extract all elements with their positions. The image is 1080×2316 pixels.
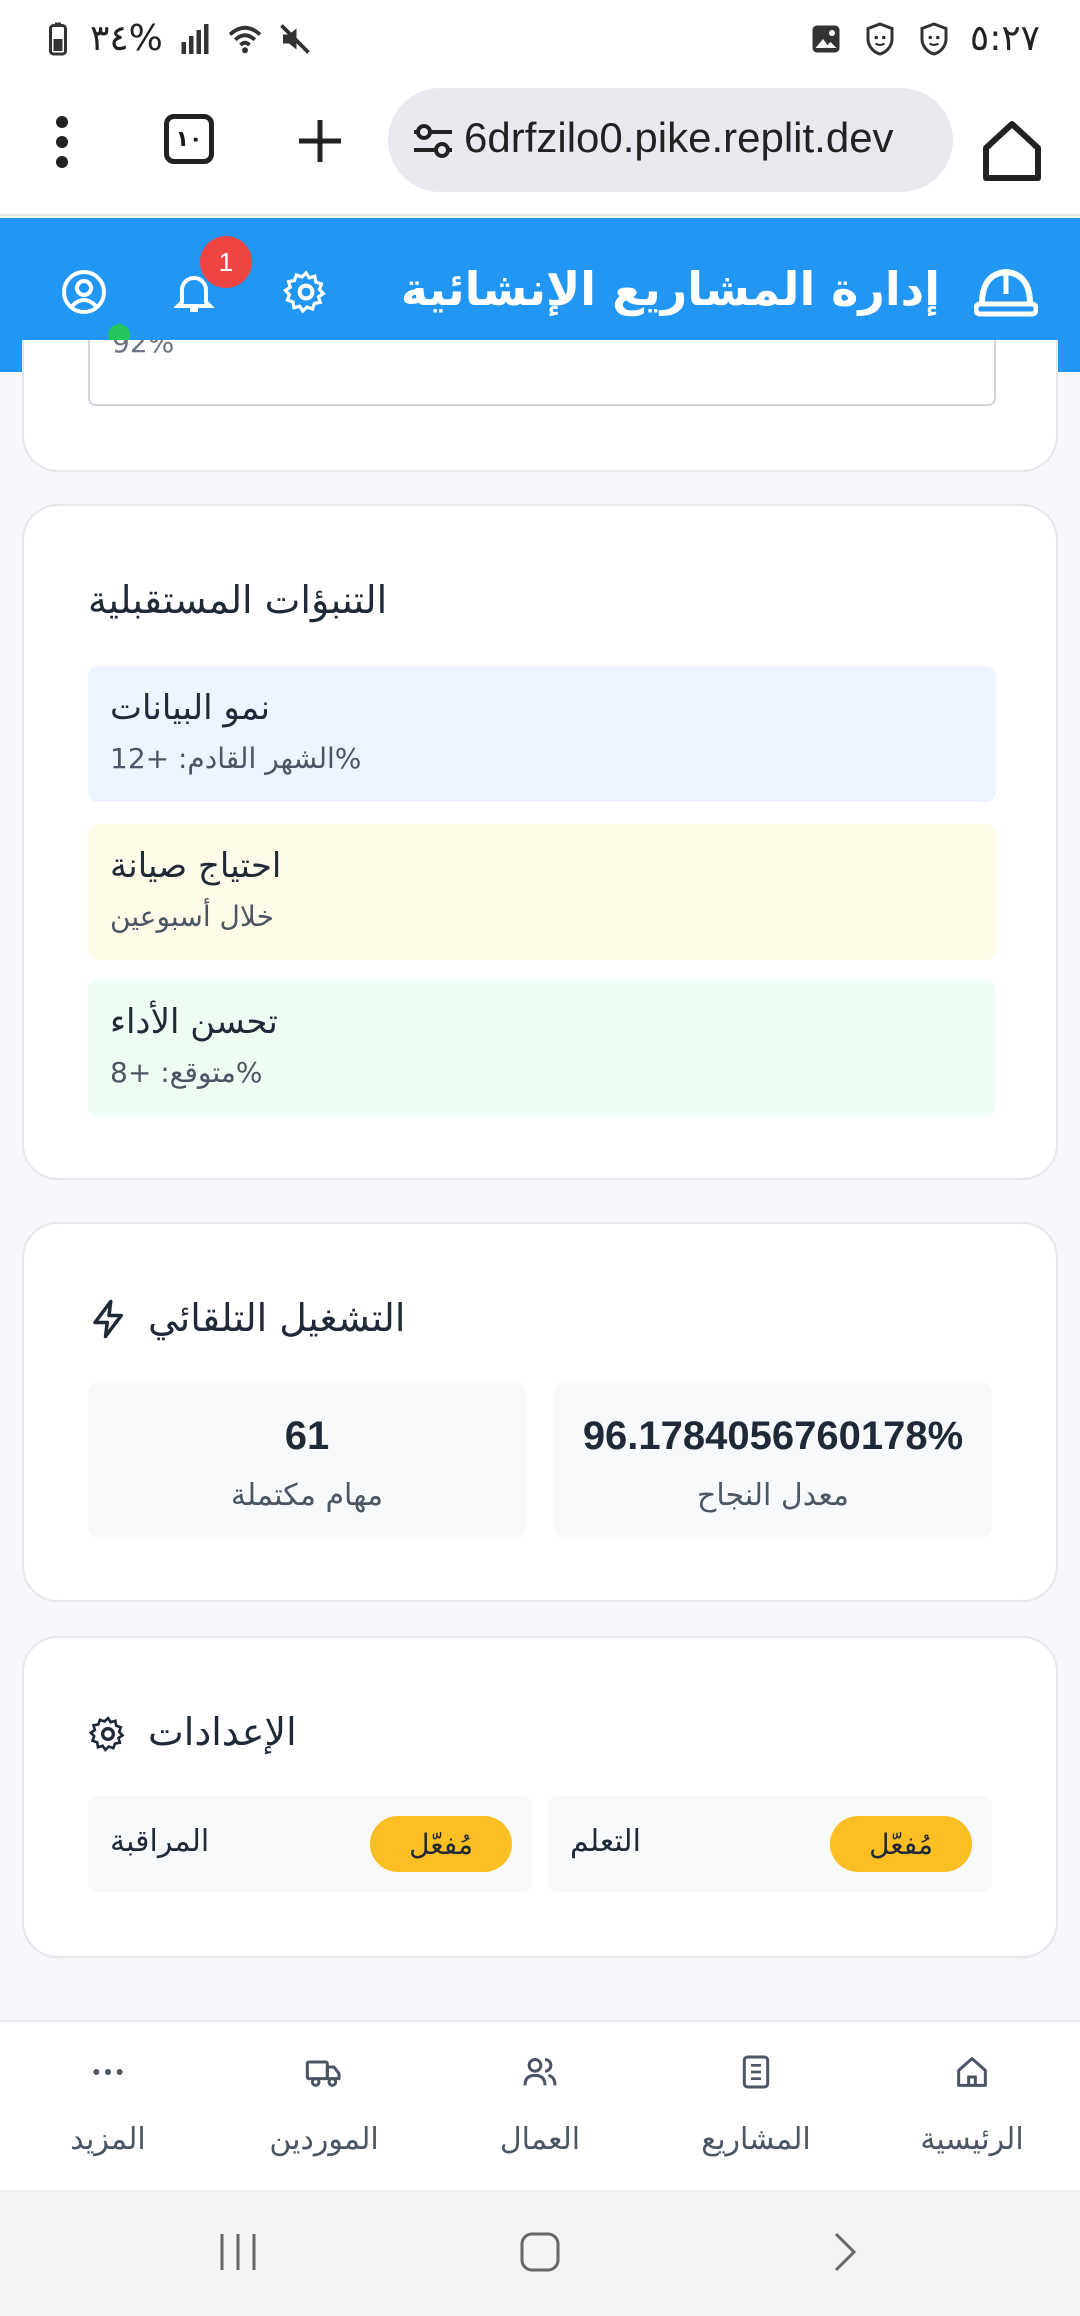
toggle-enabled-button[interactable]: مُفعّل	[370, 1816, 512, 1872]
users-icon	[523, 2058, 557, 2086]
mute-icon	[280, 23, 310, 54]
kebab-menu-icon[interactable]	[52, 114, 72, 170]
back-chevron-icon[interactable]	[822, 2230, 866, 2274]
browser-toolbar: ١٠ 6drfzilo0.pike.replit.dev	[0, 84, 1080, 216]
automation-card: التشغيل التلقائي 96.1784056760178% معدل …	[22, 1222, 1058, 1602]
prediction-title: احتياج صيانة	[110, 846, 282, 886]
bottom-nav: الرئيسية المشاريع العمال الموردين المزيد	[0, 2020, 1080, 2190]
home-button-icon[interactable]	[518, 2230, 562, 2274]
prediction-subtitle: %متوقع: +8	[110, 1056, 263, 1089]
toggle-enabled-button[interactable]: مُفعّل	[830, 1816, 972, 1872]
prediction-title: تحسن الأداء	[110, 1002, 278, 1042]
nav-label: العمال	[499, 2122, 581, 2157]
clock: ٥:٢٧	[969, 18, 1040, 59]
page-title: إدارة المشاريع الإنشائية	[400, 262, 940, 316]
completed-tasks-stat: 61 مهام مكتملة	[88, 1382, 526, 1538]
shield-face-icon	[920, 21, 948, 56]
partial-field: 92%	[88, 340, 996, 406]
wifi-icon	[228, 25, 262, 53]
nav-label: المشاريع	[701, 2122, 811, 2157]
user-profile-icon[interactable]	[60, 268, 108, 316]
predictions-title: التنبؤات المستقبلية	[88, 578, 388, 622]
truck-icon	[305, 2060, 341, 2087]
home-icon	[957, 2057, 987, 2087]
shield-face-icon	[866, 21, 894, 56]
site-settings-icon[interactable]	[410, 118, 456, 164]
setting-name: التعلم	[570, 1824, 641, 1859]
recent-apps-icon[interactable]	[216, 2230, 260, 2274]
settings-title: الإعدادات	[148, 1710, 297, 1754]
automation-title: التشغيل التلقائي	[148, 1296, 406, 1340]
settings-gear-icon[interactable]	[282, 268, 330, 316]
prediction-item: احتياج صيانة خلال أسبوعين	[88, 824, 996, 960]
partial-text: 92%	[112, 340, 175, 359]
nav-item-workers[interactable]: العمال	[432, 2022, 648, 2192]
system-navigation-bar	[0, 2190, 1080, 2316]
partial-card: 92%	[22, 340, 1058, 472]
nav-label: الرئيسية	[920, 2122, 1024, 2157]
settings-card: الإعدادات التعلم مُفعّل المراقبة مُفعّل	[22, 1636, 1058, 1958]
new-tab-icon[interactable]	[295, 116, 345, 166]
setting-monitoring: المراقبة مُفعّل	[88, 1796, 532, 1892]
nav-item-home[interactable]: الرئيسية	[864, 2022, 1080, 2192]
gear-icon	[88, 1716, 125, 1752]
predictions-card: التنبؤات المستقبلية نمو البيانات %الشهر …	[22, 504, 1058, 1180]
success-rate-stat: 96.1784056760178% معدل النجاح	[554, 1382, 992, 1538]
address-bar[interactable]: 6drfzilo0.pike.replit.dev	[388, 88, 953, 192]
completed-tasks-label: مهام مكتملة	[230, 1478, 384, 1513]
url-text: 6drfzilo0.pike.replit.dev	[464, 114, 894, 161]
battery-icon	[49, 22, 67, 55]
success-rate-value: 96.1784056760178%	[582, 1414, 964, 1458]
notification-badge: 1	[200, 236, 252, 288]
more-icon	[93, 2069, 123, 2075]
prediction-item: تحسن الأداء %متوقع: +8	[88, 980, 996, 1116]
status-bar: ٣٤% ٥:٢٧	[0, 0, 1080, 84]
signal-icon	[181, 23, 209, 54]
tab-switcher-button[interactable]: ١٠	[164, 114, 214, 164]
lightning-icon	[93, 1299, 123, 1339]
battery-percent: ٣٤%	[90, 18, 163, 59]
gallery-icon	[812, 25, 840, 52]
nav-item-more[interactable]: المزيد	[0, 2022, 216, 2192]
setting-learning: التعلم مُفعّل	[548, 1796, 992, 1892]
nav-item-projects[interactable]: المشاريع	[648, 2022, 864, 2192]
completed-tasks-value: 61	[284, 1414, 330, 1458]
setting-name: المراقبة	[110, 1824, 210, 1859]
prediction-subtitle: %الشهر القادم: +12	[110, 742, 362, 775]
nav-item-suppliers[interactable]: الموردين	[216, 2022, 432, 2192]
success-rate-label: معدل النجاح	[696, 1478, 850, 1513]
prediction-item: نمو البيانات %الشهر القادم: +12	[88, 666, 996, 802]
building-icon	[742, 2055, 770, 2089]
prediction-subtitle: خلال أسبوعين	[110, 900, 274, 933]
home-icon[interactable]	[972, 110, 1052, 190]
prediction-title: نمو البيانات	[110, 688, 271, 728]
nav-label: المزيد	[70, 2122, 146, 2157]
helmet-icon	[974, 268, 1038, 317]
nav-label: الموردين	[269, 2122, 379, 2157]
